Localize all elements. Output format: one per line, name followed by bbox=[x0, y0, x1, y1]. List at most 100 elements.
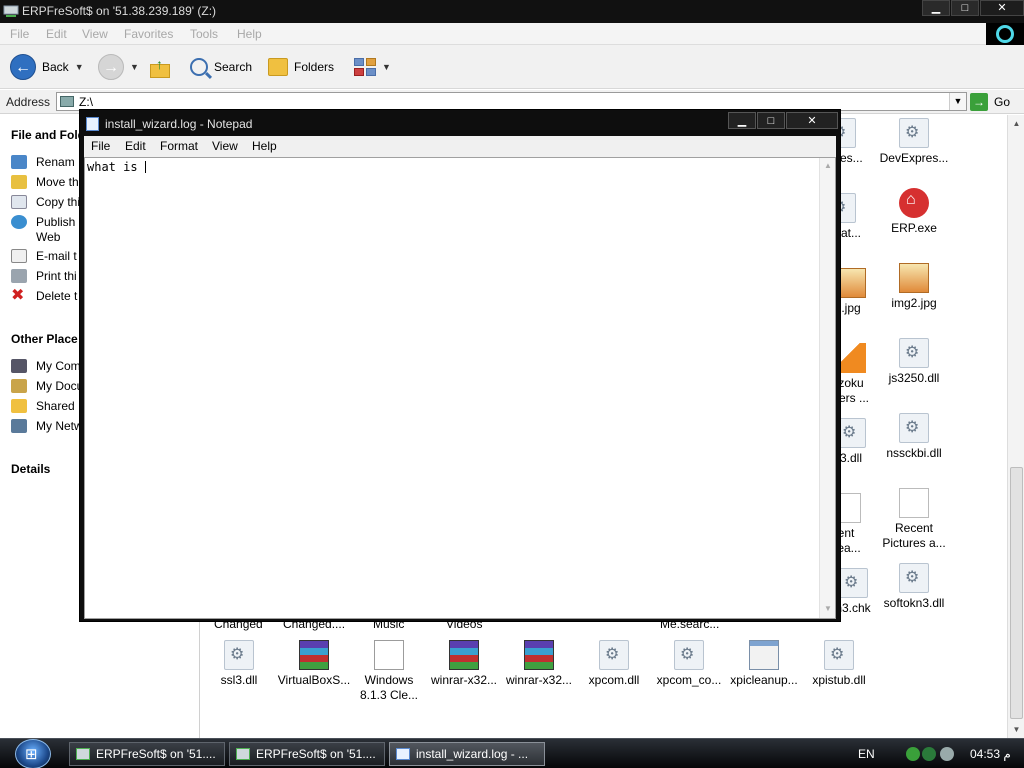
explorer-title-bar[interactable]: ERPFreSoft$ on '51.38.239.189' (Z:) ▁ □ … bbox=[0, 0, 1024, 23]
task-move[interactable]: Move thi bbox=[11, 175, 81, 193]
language-indicator[interactable]: EN bbox=[858, 747, 875, 761]
file-item[interactable]: VirtualBoxS... bbox=[274, 640, 354, 688]
task-rename[interactable]: Renam bbox=[11, 155, 75, 173]
winrar-archive-icon bbox=[449, 640, 479, 670]
file-item[interactable]: winrar-x32... bbox=[499, 640, 579, 688]
file-item[interactable]: ssl3.dll bbox=[201, 640, 279, 688]
task-copy[interactable]: Copy thi bbox=[11, 195, 80, 213]
task-email[interactable]: E-mail t bbox=[11, 249, 77, 267]
dll-file-icon bbox=[899, 563, 929, 593]
np-menu-file[interactable]: File bbox=[91, 139, 110, 153]
start-button[interactable] bbox=[15, 739, 51, 768]
maximize-button[interactable]: □ bbox=[951, 0, 979, 16]
file-item[interactable]: xpicleanup... bbox=[724, 640, 804, 688]
menu-tools[interactable]: Tools bbox=[190, 27, 218, 41]
blank-file-icon bbox=[899, 488, 929, 518]
file-item[interactable]: xpistub.dll bbox=[799, 640, 879, 688]
file-item[interactable]: js3250.dll bbox=[874, 338, 954, 386]
file-item[interactable]: DevExpres... bbox=[874, 118, 954, 166]
file-item[interactable]: winrar-x32... bbox=[424, 640, 504, 688]
publish-web-icon bbox=[11, 215, 27, 229]
place-my-computer[interactable]: My Com bbox=[11, 359, 81, 377]
np-menu-help[interactable]: Help bbox=[252, 139, 277, 153]
task-label: Delete t bbox=[36, 289, 78, 303]
file-item[interactable]: ERP.exe bbox=[874, 188, 954, 236]
address-dropdown-icon[interactable]: ▼ bbox=[949, 93, 966, 110]
back-button[interactable]: ← Back ▼ bbox=[10, 45, 84, 89]
explorer-vertical-scrollbar[interactable]: ▲ ▼ bbox=[1007, 115, 1024, 738]
up-folder-button[interactable]: ↑ bbox=[150, 45, 172, 89]
notepad-text-area[interactable]: what is ▲ ▼ bbox=[84, 157, 836, 619]
back-dropdown-icon[interactable]: ▼ bbox=[75, 62, 84, 72]
task-publish-web[interactable]: Web bbox=[36, 230, 60, 248]
taskbar-button-explorer-1[interactable]: ERPFreSoft$ on '51.... bbox=[69, 742, 225, 766]
notepad-minimize-button[interactable]: ▁ bbox=[728, 112, 756, 129]
file-folder-tasks-title[interactable]: File and Fold bbox=[11, 128, 85, 142]
task-label: Publish bbox=[36, 215, 76, 229]
go-button[interactable]: → Go bbox=[970, 92, 1010, 111]
notepad-title: install_wizard.log - Notepad bbox=[105, 117, 253, 131]
file-item[interactable]: img2.jpg bbox=[874, 263, 954, 311]
place-shared[interactable]: Shared bbox=[11, 399, 75, 417]
notepad-vertical-scrollbar[interactable]: ▲ ▼ bbox=[819, 158, 835, 618]
forward-dropdown-icon[interactable]: ▼ bbox=[130, 62, 139, 72]
text-caret bbox=[144, 161, 146, 173]
close-button[interactable]: ✕ bbox=[980, 0, 1024, 16]
place-my-documents[interactable]: My Docu bbox=[11, 379, 83, 397]
np-scroll-down-icon[interactable]: ▼ bbox=[820, 601, 836, 617]
taskbar-button-explorer-2[interactable]: ERPFreSoft$ on '51.... bbox=[229, 742, 385, 766]
explorer-menu-bar: File Edit View Favorites Tools Help bbox=[0, 23, 986, 45]
views-dropdown-icon[interactable]: ▼ bbox=[382, 62, 391, 72]
menu-edit[interactable]: Edit bbox=[46, 27, 67, 41]
clock[interactable]: 04:53 م bbox=[970, 747, 1011, 761]
np-menu-view[interactable]: View bbox=[212, 139, 238, 153]
menu-view[interactable]: View bbox=[82, 27, 108, 41]
np-menu-edit[interactable]: Edit bbox=[125, 139, 146, 153]
file-item[interactable]: xpcom.dll bbox=[574, 640, 654, 688]
file-item[interactable]: Recent Pictures a... bbox=[874, 488, 954, 551]
file-item[interactable]: xpcom_co... bbox=[649, 640, 729, 688]
menu-file[interactable]: File bbox=[10, 27, 29, 41]
np-scroll-up-icon[interactable]: ▲ bbox=[820, 158, 836, 174]
notepad-title-bar[interactable]: install_wizard.log - Notepad ▁ □ ✕ bbox=[80, 110, 840, 136]
scroll-up-icon[interactable]: ▲ bbox=[1008, 115, 1024, 132]
minimize-button[interactable]: ▁ bbox=[922, 0, 950, 16]
other-places-title[interactable]: Other Place bbox=[11, 332, 78, 346]
notepad-window: install_wizard.log - Notepad ▁ □ ✕ File … bbox=[79, 109, 841, 622]
dll-file-icon bbox=[899, 118, 929, 148]
tray-speaker-icon[interactable] bbox=[940, 747, 954, 761]
np-menu-format[interactable]: Format bbox=[160, 139, 198, 153]
file-label: xpistub.dll bbox=[812, 673, 866, 687]
rename-icon bbox=[11, 155, 27, 169]
my-network-icon bbox=[11, 419, 27, 433]
file-label: VirtualBoxS... bbox=[277, 673, 351, 687]
details-title[interactable]: Details bbox=[11, 462, 50, 476]
file-item[interactable]: softokn3.dll bbox=[874, 563, 954, 611]
place-label: My Netw bbox=[36, 419, 83, 433]
scroll-thumb[interactable] bbox=[1010, 467, 1023, 719]
folders-button[interactable]: Folders bbox=[268, 45, 334, 89]
menu-help[interactable]: Help bbox=[237, 27, 262, 41]
search-button[interactable]: Search bbox=[190, 45, 252, 89]
notepad-close-button[interactable]: ✕ bbox=[786, 112, 838, 129]
delete-x-icon: ✖ bbox=[11, 287, 25, 304]
views-button[interactable]: ▼ bbox=[354, 45, 391, 89]
scroll-down-icon[interactable]: ▼ bbox=[1008, 721, 1024, 738]
taskbar-button-label: ERPFreSoft$ on '51.... bbox=[96, 747, 216, 761]
menu-favorites[interactable]: Favorites bbox=[124, 27, 173, 41]
task-label: Print thi bbox=[36, 269, 77, 283]
task-delete[interactable]: ✖ Delete t bbox=[11, 287, 78, 307]
notepad-maximize-button[interactable]: □ bbox=[757, 112, 785, 129]
file-label: nssckbi.dll bbox=[886, 446, 942, 460]
task-print[interactable]: Print thi bbox=[11, 269, 77, 287]
taskbar-button-notepad[interactable]: install_wizard.log - ... bbox=[389, 742, 545, 766]
tray-green-shield-icon[interactable] bbox=[922, 747, 936, 761]
place-my-network[interactable]: My Netw bbox=[11, 419, 83, 437]
file-item[interactable]: Windows 8.1.3 Cle... bbox=[349, 640, 429, 703]
tray-network-icon[interactable] bbox=[906, 747, 920, 761]
file-item[interactable]: nssckbi.dll bbox=[874, 413, 954, 461]
file-label: xpcom.dll bbox=[588, 673, 640, 687]
address-label: Address bbox=[6, 95, 51, 109]
forward-button[interactable]: → ▼ bbox=[98, 45, 139, 89]
place-label: My Docu bbox=[36, 379, 84, 393]
